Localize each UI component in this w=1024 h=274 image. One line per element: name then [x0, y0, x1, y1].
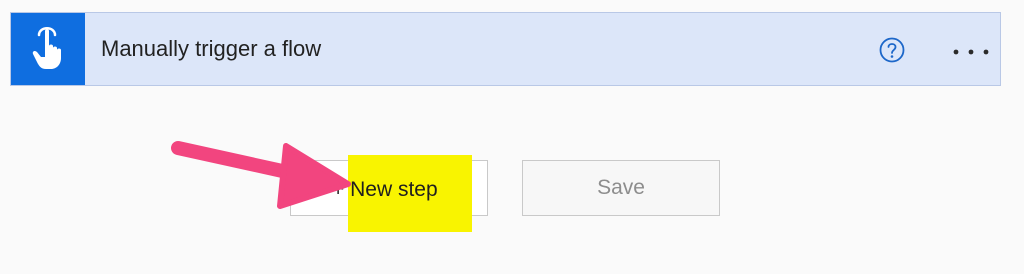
save-button[interactable]: Save — [522, 160, 720, 216]
touch-hand-icon — [32, 27, 61, 69]
save-label: Save — [597, 176, 645, 199]
new-step-label: + New step — [332, 178, 438, 201]
trigger-icon-box — [11, 13, 85, 85]
more-options-icon[interactable] — [953, 49, 989, 55]
help-icon[interactable] — [879, 37, 905, 63]
manual-trigger-card[interactable]: Manually trigger a flow — [10, 12, 1001, 86]
trigger-title: Manually trigger a flow — [101, 36, 322, 61]
